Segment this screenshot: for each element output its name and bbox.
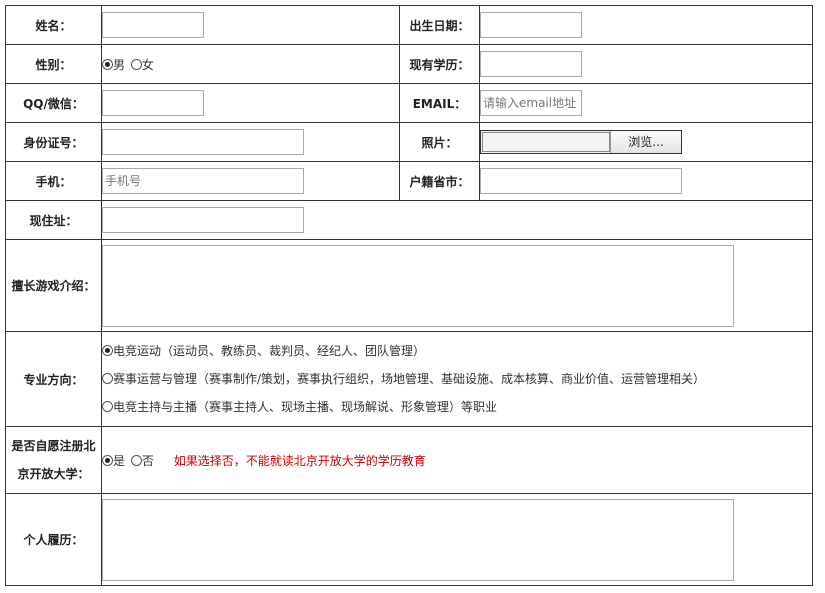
phone-input[interactable]: 手机号 xyxy=(102,168,304,194)
major-label: 专业方向： xyxy=(5,331,102,427)
games-label: 擅长游戏介绍： xyxy=(5,239,102,332)
gender-female-radio[interactable] xyxy=(130,58,142,70)
address-label: 现住址： xyxy=(5,200,102,240)
hukou-input[interactable] xyxy=(480,168,682,194)
enroll-warning-note: 如果选择否，不能就读北京开放大学的学历教育 xyxy=(173,453,426,468)
qq-input[interactable] xyxy=(102,90,204,116)
enroll-label: 是否自愿注册北 京开放大学： xyxy=(5,426,102,494)
gender-male-radio[interactable] xyxy=(102,58,113,70)
phone-label: 手机： xyxy=(5,161,102,201)
birth-label: 出生日期： xyxy=(399,5,480,45)
major-option-label: 电竞主持与主播（赛事主持人、现场主播、现场解说、形象管理）等职业 xyxy=(113,400,498,414)
major-option[interactable]: 电竞运动（运动员、教练员、裁判员、经纪人、团队管理） xyxy=(102,337,812,365)
photo-file-input[interactable]: 浏览... xyxy=(480,129,682,154)
row-major: 专业方向： 电竞运动（运动员、教练员、裁判员、经纪人、团队管理） 赛事运营与管理… xyxy=(5,331,813,427)
major-option-label: 赛事运营与管理（赛事制作/策划，赛事执行组织，场地管理、基础设施、成本核算、商业… xyxy=(113,372,706,386)
major-option-label: 电竞运动（运动员、教练员、裁判员、经纪人、团队管理） xyxy=(113,344,426,358)
education-input[interactable] xyxy=(480,51,582,77)
address-input[interactable] xyxy=(102,207,304,233)
row-id: 身份证号： 照片： 浏览... xyxy=(5,122,813,162)
row-games: 擅长游戏介绍： xyxy=(5,239,813,332)
major-radio-1[interactable] xyxy=(102,373,113,384)
photo-path-field[interactable] xyxy=(482,131,610,152)
gender-label: 性别： xyxy=(5,44,102,84)
row-phone: 手机： 手机号 户籍省市： xyxy=(5,161,813,201)
major-radio-0[interactable] xyxy=(102,345,113,356)
gender-male-label: 男 xyxy=(113,57,126,72)
games-textarea[interactable] xyxy=(102,244,734,327)
row-gender: 性别： 男 女 现有学历： xyxy=(5,44,813,84)
registration-form: 姓名： 出生日期： 性别： 男 女 现有学历： QQ/微信： EMAIL： 请输… xyxy=(0,0,825,593)
email-input[interactable]: 请输入email地址 xyxy=(480,90,582,116)
qq-label: QQ/微信： xyxy=(5,83,102,123)
resume-textarea[interactable] xyxy=(102,498,734,581)
hukou-label: 户籍省市： xyxy=(399,161,480,201)
row-address: 现住址： xyxy=(5,200,813,240)
photo-label: 照片： xyxy=(399,122,480,162)
row-name: 姓名： 出生日期： xyxy=(5,5,813,45)
enroll-yes-label: 是 xyxy=(113,453,126,468)
enroll-yes-radio[interactable] xyxy=(102,454,113,466)
row-enroll: 是否自愿注册北 京开放大学： 是 否 如果选择否，不能就读北京开放大学的学历教育 xyxy=(5,426,813,494)
id-label: 身份证号： xyxy=(5,122,102,162)
major-radio-2[interactable] xyxy=(102,401,113,412)
row-contact: QQ/微信： EMAIL： 请输入email地址 xyxy=(5,83,813,123)
major-option[interactable]: 电竞主持与主播（赛事主持人、现场主播、现场解说、形象管理）等职业 xyxy=(102,393,812,421)
major-option[interactable]: 赛事运营与管理（赛事制作/策划，赛事执行组织，场地管理、基础设施、成本核算、商业… xyxy=(102,365,812,393)
gender-female-label: 女 xyxy=(141,57,154,72)
email-label: EMAIL： xyxy=(399,83,480,123)
name-label: 姓名： xyxy=(5,5,102,45)
enroll-no-label: 否 xyxy=(141,453,154,468)
enroll-label-line1: 是否自愿注册北 xyxy=(11,439,96,453)
enroll-label-line2: 京开放大学： xyxy=(17,467,90,481)
form-table: 姓名： 出生日期： 性别： 男 女 现有学历： QQ/微信： EMAIL： 请输… xyxy=(5,5,813,586)
row-resume: 个人履历： xyxy=(5,493,813,586)
education-label: 现有学历： xyxy=(399,44,480,84)
name-input[interactable] xyxy=(102,12,204,38)
browse-button[interactable]: 浏览... xyxy=(610,130,681,153)
enroll-no-radio[interactable] xyxy=(130,454,142,466)
birth-date-input[interactable] xyxy=(480,12,582,38)
resume-label: 个人履历： xyxy=(5,493,102,586)
id-number-input[interactable] xyxy=(102,129,304,155)
